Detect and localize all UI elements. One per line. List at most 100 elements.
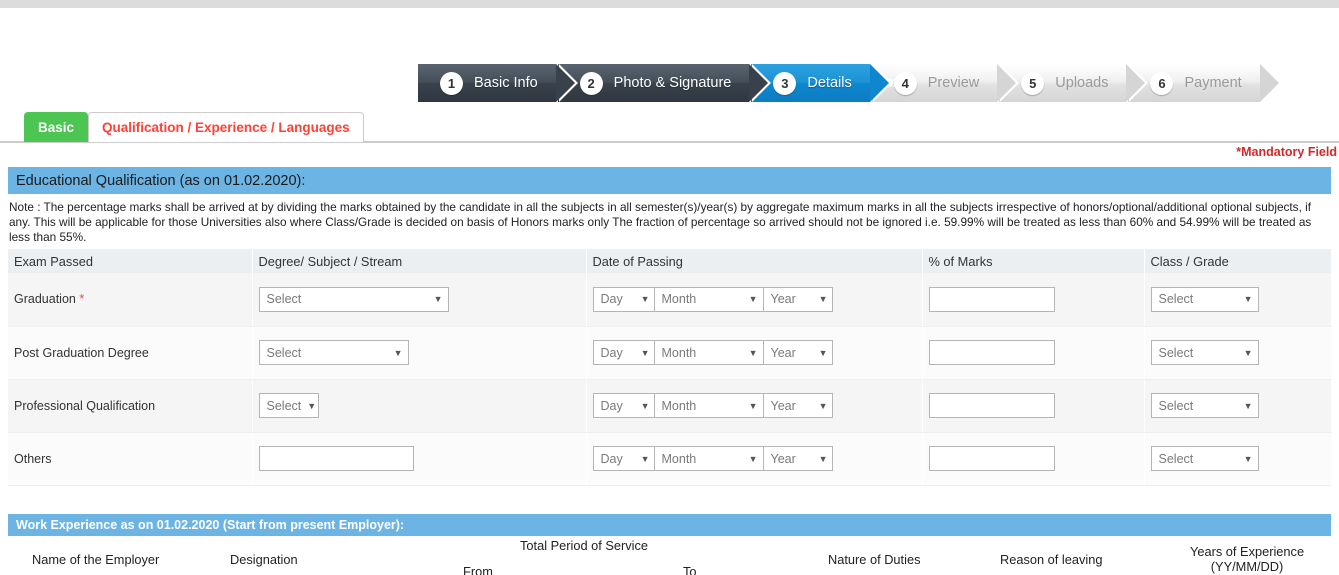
- col-total-period: Total Period of Service: [520, 538, 649, 553]
- row-label-professional-qualification: Professional Qualification: [8, 379, 253, 433]
- chevron-down-icon: ▼: [640, 453, 650, 464]
- chevron-down-icon: ▼: [748, 294, 758, 305]
- row-label-post-graduation: Post Graduation Degree: [8, 326, 253, 380]
- cell-class-grade: Select ▼: [1144, 326, 1332, 380]
- year-select[interactable]: Year ▼: [762, 446, 833, 471]
- day-select[interactable]: Day ▼: [592, 446, 655, 471]
- col-class-grade: Class / Grade: [1144, 249, 1332, 273]
- col-date-passing: Date of Passing: [586, 249, 923, 273]
- month-select[interactable]: Month ▼: [653, 286, 764, 312]
- step-number: 6: [1150, 71, 1174, 95]
- table-row: Others Day ▼ Month ▼ Year ▼ Select ▼: [8, 432, 1332, 486]
- step-label: Photo & Signature: [613, 75, 732, 91]
- select-value: Month: [661, 345, 697, 360]
- work-experience-table-header: Name of the Employer Designation Total P…: [8, 538, 1331, 575]
- work-experience-header: Work Experience as on 01.02.2020 (Start …: [8, 514, 1331, 536]
- chevron-down-icon: ▼: [1243, 453, 1253, 464]
- step-wizard: 1 Basic Info 2 Photo & Signature 3 Detai…: [418, 64, 1339, 102]
- chevron-down-icon: ▼: [393, 347, 403, 358]
- step-label: Basic Info: [474, 75, 538, 91]
- day-select[interactable]: Day ▼: [592, 340, 655, 365]
- marks-input-others[interactable]: [928, 446, 1055, 471]
- select-value: Year: [770, 345, 796, 360]
- month-select[interactable]: Month ▼: [653, 340, 764, 365]
- chevron-down-icon: ▼: [818, 400, 828, 411]
- grade-select-professional[interactable]: Select ▼: [1150, 393, 1259, 418]
- chevron-down-icon: ▼: [1243, 294, 1253, 305]
- year-select[interactable]: Year ▼: [762, 393, 833, 418]
- wizard-step-2[interactable]: 2 Photo & Signature: [557, 64, 772, 102]
- year-select[interactable]: Year ▼: [762, 286, 833, 312]
- date-of-passing-graduation: Day ▼ Month ▼ Year ▼: [592, 286, 922, 312]
- select-value: Day: [600, 451, 623, 466]
- chevron-down-icon: ▼: [818, 294, 828, 305]
- chevron-down-icon: ▼: [640, 400, 650, 411]
- col-percent-marks: % of Marks: [922, 249, 1145, 273]
- select-value: Year: [770, 398, 796, 413]
- degree-input-others[interactable]: [258, 446, 414, 471]
- education-table-header-row: Exam Passed Degree/ Subject / Stream Dat…: [8, 249, 1332, 273]
- chevron-down-icon: ▼: [1243, 400, 1253, 411]
- row-label-others: Others: [8, 432, 253, 486]
- select-value: Select: [1158, 451, 1194, 466]
- chevron-down-icon: ▼: [433, 294, 443, 305]
- marks-input-post-graduation[interactable]: [928, 340, 1055, 365]
- month-select[interactable]: Month ▼: [653, 446, 764, 471]
- col-exam-passed: Exam Passed: [8, 249, 253, 273]
- col-years-of-experience: Years of Experience (YY/MM/DD): [1190, 544, 1304, 574]
- chevron-down-icon: ▼: [307, 400, 317, 411]
- step-label: Preview: [927, 75, 980, 91]
- educational-qualification-header: Educational Qualification (as on 01.02.2…: [8, 167, 1331, 194]
- years-label: Years of Experience: [1190, 544, 1305, 559]
- cell-date-of-passing: Day ▼ Month ▼ Year ▼: [586, 379, 923, 433]
- marks-input-professional[interactable]: [928, 393, 1055, 418]
- chevron-down-icon: ▼: [640, 347, 650, 358]
- select-value: Select: [1158, 398, 1194, 413]
- table-row: Graduation * Select ▼ Day ▼ Month ▼ Year…: [8, 273, 1332, 327]
- select-value: Select: [266, 345, 302, 360]
- cell-date-of-passing: Day ▼ Month ▼ Year ▼: [586, 432, 923, 486]
- cell-class-grade: Select ▼: [1144, 432, 1332, 486]
- select-value: Select: [266, 292, 302, 307]
- grade-select-others[interactable]: Select ▼: [1150, 446, 1259, 471]
- col-reason-of-leaving: Reason of leaving: [1000, 552, 1103, 567]
- grade-select-post-graduation[interactable]: Select ▼: [1150, 340, 1259, 365]
- step-number: 3: [773, 71, 797, 95]
- chevron-down-icon: ▼: [640, 294, 650, 305]
- select-value: Select: [1158, 292, 1194, 307]
- step-label: Uploads: [1055, 75, 1109, 91]
- select-value: Day: [600, 398, 623, 413]
- select-value: Year: [770, 451, 796, 466]
- select-value: Month: [661, 451, 697, 466]
- day-select[interactable]: Day ▼: [592, 393, 655, 418]
- marks-input-graduation[interactable]: [928, 286, 1055, 312]
- years-format: (YY/MM/DD): [1210, 559, 1284, 574]
- grade-select-graduation[interactable]: Select ▼: [1150, 286, 1259, 312]
- percentage-marks-note: Note : The percentage marks shall be arr…: [9, 200, 1312, 244]
- col-employer: Name of the Employer: [32, 552, 160, 567]
- chevron-down-icon: ▼: [818, 453, 828, 464]
- step-number: 5: [1021, 71, 1045, 95]
- top-strip: [0, 0, 1339, 8]
- tab-basic[interactable]: Basic: [24, 112, 89, 142]
- cell-percent-marks: [922, 326, 1145, 380]
- degree-select-graduation[interactable]: Select ▼: [258, 286, 449, 312]
- select-value: Select: [266, 398, 302, 413]
- day-select[interactable]: Day ▼: [592, 286, 655, 312]
- date-of-passing-post-graduation: Day ▼ Month ▼ Year ▼: [592, 340, 922, 365]
- date-of-passing-others: Day ▼ Month ▼ Year ▼: [592, 446, 922, 471]
- tab-qualification-experience-languages[interactable]: Qualification / Experience / Languages: [88, 112, 364, 142]
- cell-degree: Select ▼: [252, 326, 587, 380]
- education-table: Exam Passed Degree/ Subject / Stream Dat…: [8, 249, 1332, 486]
- select-value: Month: [661, 398, 697, 413]
- cell-degree: Select ▼: [252, 273, 587, 327]
- chevron-down-icon: ▼: [748, 453, 758, 464]
- month-select[interactable]: Month ▼: [653, 393, 764, 418]
- wizard-step-1[interactable]: 1 Basic Info: [418, 64, 578, 102]
- col-designation: Designation: [230, 552, 298, 567]
- year-select[interactable]: Year ▼: [762, 340, 833, 365]
- select-value: Month: [661, 292, 697, 307]
- degree-select-professional[interactable]: Select ▼: [258, 393, 319, 418]
- cell-date-of-passing: Day ▼ Month ▼ Year ▼: [586, 326, 923, 380]
- degree-select-post-graduation[interactable]: Select ▼: [258, 340, 409, 365]
